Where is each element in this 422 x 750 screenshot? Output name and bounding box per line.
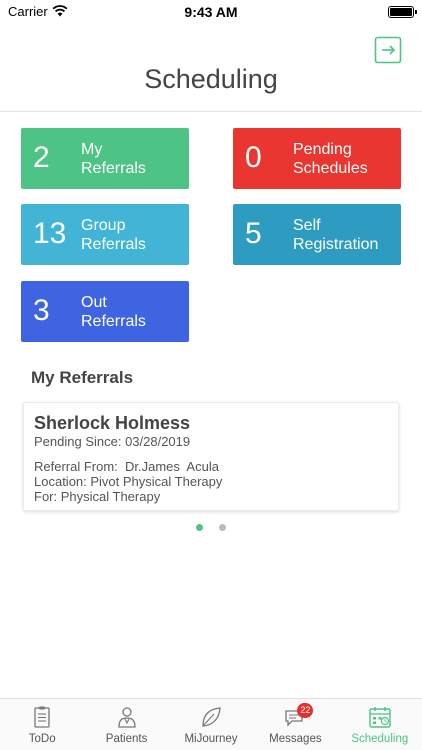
status-time: 9:43 AM: [184, 4, 238, 20]
tile-label: My Referrals: [81, 141, 146, 177]
tab-label: MiJourney: [184, 733, 238, 745]
section-title: My Referrals: [31, 368, 134, 387]
referral-card[interactable]: Sherlock Holmess Pending Since: 03/28/20…: [23, 402, 399, 511]
tile-count: 2: [33, 141, 50, 174]
status-bar: Carrier 9:43 AM: [0, 0, 422, 24]
tab-patients[interactable]: Patients: [84, 699, 168, 750]
todo-icon: [34, 706, 50, 728]
group-referrals-tile[interactable]: 13 Group Referrals: [21, 204, 189, 265]
page-title: Scheduling: [144, 64, 278, 94]
logout-icon[interactable]: [374, 36, 402, 64]
tile-label: Group Referrals: [81, 217, 146, 253]
battery-icon: [388, 6, 417, 18]
tab-label: Messages: [269, 733, 322, 745]
my-referrals-tile[interactable]: 2 My Referrals: [21, 128, 189, 189]
tab-scheduling[interactable]: Scheduling: [338, 699, 422, 750]
out-referrals-tile[interactable]: 3 Out Referrals: [21, 281, 189, 342]
tile-label: Self Registration: [293, 217, 379, 253]
tab-todo[interactable]: ToDo: [0, 699, 84, 750]
tile-count: 13: [33, 217, 67, 250]
referral-location: Location: Pivot Physical Therapy: [34, 474, 223, 489]
tile-label: Pending Schedules: [293, 141, 368, 177]
patient-name: Sherlock Holmess: [34, 413, 191, 433]
tab-bar: ToDo Patients MiJourney 22 Messages Sche…: [0, 698, 422, 750]
tile-count: 0: [245, 141, 262, 174]
referral-from: Referral From: Dr.James Acula: [34, 459, 219, 474]
pending-schedules-tile[interactable]: 0 Pending Schedules: [233, 128, 401, 189]
page-dot[interactable]: [219, 524, 226, 531]
tab-label: Patients: [105, 733, 148, 745]
header: Scheduling: [0, 24, 422, 112]
self-registration-tile[interactable]: 5 Self Registration: [233, 204, 401, 265]
tab-label: ToDo: [28, 733, 56, 745]
leaf-icon: [202, 707, 221, 727]
tile-count: 5: [245, 217, 262, 250]
page-dot-active[interactable]: [196, 524, 203, 531]
messages-badge: 22: [297, 703, 314, 718]
referral-for: For: Physical Therapy: [34, 489, 161, 504]
pending-since: Pending Since: 03/28/2019: [34, 434, 191, 449]
tile-label: Out Referrals: [81, 294, 146, 330]
tab-label: Scheduling: [351, 733, 409, 745]
tab-mijourney[interactable]: MiJourney: [169, 699, 253, 750]
tile-count: 3: [33, 294, 50, 327]
tab-messages[interactable]: 22 Messages: [253, 699, 337, 750]
page-indicator: [0, 524, 422, 532]
patients-icon: [117, 707, 136, 728]
calendar-icon: [369, 707, 391, 728]
